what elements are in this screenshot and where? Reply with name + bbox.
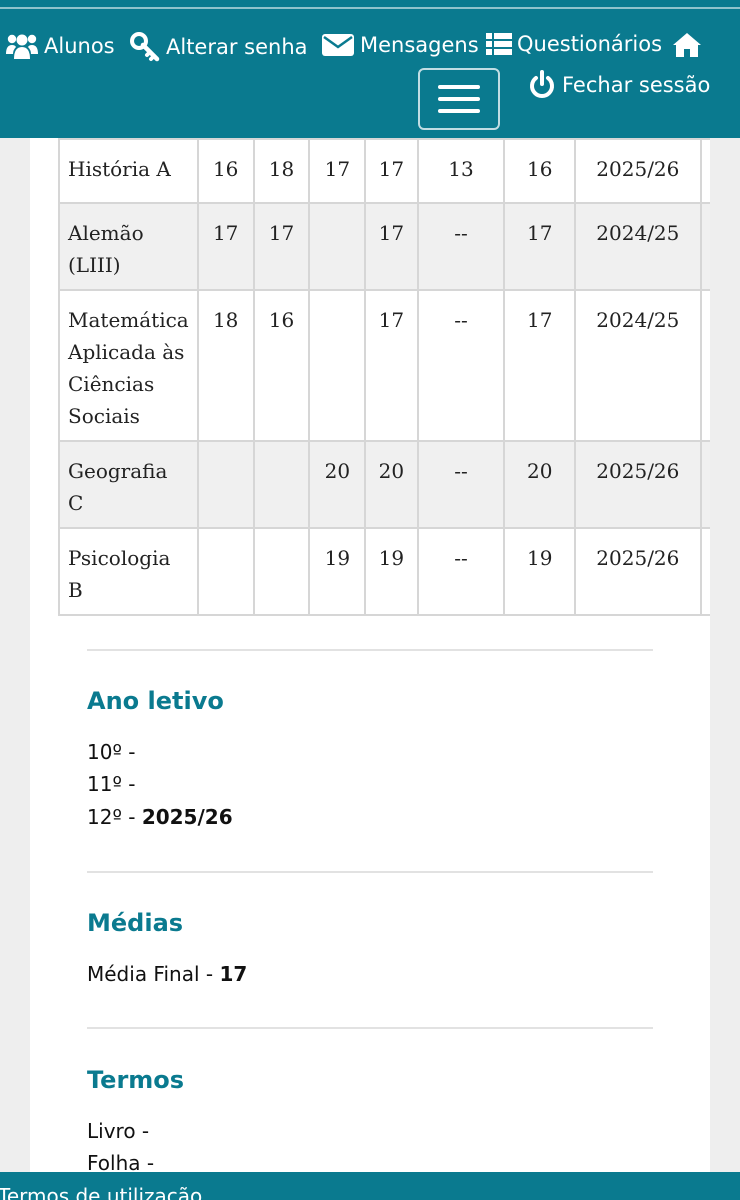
subject-cell: Alemão (LIII)	[58, 202, 199, 291]
grade-cell: 2024/25	[573, 289, 702, 442]
navbar-top-border	[0, 7, 740, 9]
list-icon	[486, 32, 512, 56]
media-final-line: Média Final - 17	[87, 962, 248, 986]
grade-cell	[252, 440, 311, 529]
grade-row: História A 16 18 17 17 13 16 2025/26	[58, 138, 710, 204]
grade-cell: 17	[364, 289, 419, 442]
section-divider	[87, 649, 653, 651]
grade-cell: 19	[308, 527, 367, 616]
grade-cell	[308, 202, 367, 291]
grade-cell: --	[416, 440, 506, 529]
grade-cell: 2025/26	[573, 138, 702, 204]
nav-home-link[interactable]	[672, 32, 702, 58]
grade-cell: 20	[503, 440, 576, 529]
grade-cell: 17	[308, 138, 367, 204]
section-divider	[87, 871, 653, 873]
top-navbar: Alunos Alterar senha Mensagens Questioná…	[0, 0, 740, 138]
section-divider	[87, 1027, 653, 1029]
subject-cell: Matemática Aplicada às Ciências Sociais	[58, 289, 199, 442]
overflow-cell	[699, 527, 710, 616]
grade-cell: 2025/26	[573, 440, 702, 529]
grade-cell: 2024/25	[573, 202, 702, 291]
grade-row: Matemática Aplicada às Ciências Sociais 1…	[58, 289, 710, 442]
termos-livro-line: Livro -	[87, 1119, 150, 1143]
grade-cell: 17	[252, 202, 311, 291]
nav-fechar-sessao-link[interactable]: Fechar sessão	[528, 70, 710, 100]
termos-title: Termos	[87, 1066, 185, 1094]
grades-table: História A 16 18 17 17 13 16 2025/26 Alemão (LII…	[58, 138, 710, 616]
footer-bar: Termos de utilização	[0, 1172, 740, 1200]
media-final-value: 17	[219, 962, 248, 986]
grade-cell	[196, 527, 255, 616]
grade-row: Psicologia B 19 19 -- 19 2025/26	[58, 527, 710, 616]
grade-cell: 17	[196, 202, 255, 291]
grade-cell: --	[416, 202, 506, 291]
ano-letivo-line-10: 10º -	[87, 740, 136, 764]
overflow-cell	[699, 289, 710, 442]
nav-alunos-link[interactable]: Alunos	[6, 32, 115, 60]
grade-cell: --	[416, 527, 506, 616]
nav-alunos-label: Alunos	[44, 34, 115, 58]
medias-title: Médias	[87, 909, 184, 937]
menu-toggle-icon[interactable]	[418, 68, 500, 130]
overflow-cell	[699, 202, 710, 291]
subject-cell: Geografia C	[58, 440, 199, 529]
home-icon	[672, 32, 702, 58]
menu-toggle-bar	[438, 109, 480, 113]
content-panel: História A 16 18 17 17 13 16 2025/26 Alemão (LII…	[30, 138, 710, 1178]
grade-cell: 13	[416, 138, 506, 204]
grade-cell: 17	[503, 202, 576, 291]
nav-mensagens-link[interactable]: Mensagens	[322, 32, 479, 58]
menu-toggle-bar	[438, 85, 480, 89]
grade-cell	[308, 289, 367, 442]
grade-cell: 17	[364, 202, 419, 291]
grade-cell: 16	[252, 289, 311, 442]
nav-fechar-sessao-label: Fechar sessão	[562, 73, 711, 97]
nav-alterar-senha-link[interactable]: Alterar senha	[130, 32, 308, 62]
grade-cell: 2025/26	[573, 527, 702, 616]
nav-alterar-senha-label: Alterar senha	[166, 35, 308, 59]
grade-cell	[252, 527, 311, 616]
nav-mensagens-label: Mensagens	[360, 33, 479, 57]
grade-cell: 20	[364, 440, 419, 529]
ano-letivo-line-12: 12º - 2025/26	[87, 805, 233, 829]
menu-toggle-bar	[438, 97, 480, 101]
grade-cell: 18	[196, 289, 255, 442]
envelope-icon	[322, 32, 354, 58]
power-icon	[528, 70, 556, 100]
key-icon	[130, 32, 160, 62]
nav-questionarios-label: Questionários	[517, 32, 663, 56]
users-icon	[6, 32, 38, 60]
subject-cell: Psicologia B	[58, 527, 199, 616]
grade-cell	[196, 440, 255, 529]
ano-letivo-title: Ano letivo	[87, 687, 224, 715]
grade-cell: 17	[364, 138, 419, 204]
grade-cell: 18	[252, 138, 311, 204]
nav-questionarios-link[interactable]: Questionários	[486, 32, 662, 56]
subject-cell: História A	[58, 138, 199, 204]
overflow-cell	[699, 138, 710, 204]
grade-cell: --	[416, 289, 506, 442]
grade-row: Alemão (LIII) 17 17 17 -- 17 2024/25	[58, 202, 710, 291]
grade-cell: 17	[503, 289, 576, 442]
grade-cell: 16	[196, 138, 255, 204]
termos-utilizacao-link[interactable]: Termos de utilização	[0, 1184, 202, 1200]
grade-cell: 16	[503, 138, 576, 204]
grade-cell: 19	[503, 527, 576, 616]
grade-cell: 20	[308, 440, 367, 529]
grade-row: Geografia C 20 20 -- 20 2025/26	[58, 440, 710, 529]
overflow-cell	[699, 440, 710, 529]
grade-cell: 19	[364, 527, 419, 616]
ano-letivo-line-11: 11º -	[87, 772, 136, 796]
